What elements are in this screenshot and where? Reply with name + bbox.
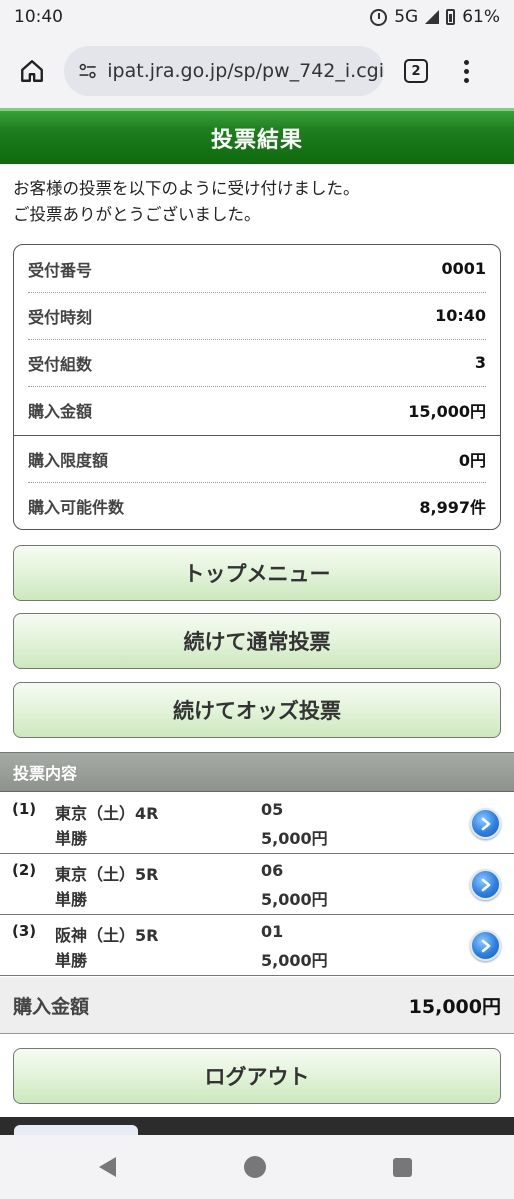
bet-amount: 5,000円 [261,890,328,909]
continue-odds-vote-button[interactable]: 続けてオッズ投票 [13,682,501,738]
browser-toolbar: ipat.jra.go.jp/sp/pw_742_i.cgi 2 [0,34,514,108]
battery-icon [446,9,456,25]
receipt-label: 購入金額 [28,401,93,421]
receipt-label: 購入可能件数 [28,497,125,517]
receipt-row: 購入金額 15,000円 [28,386,486,433]
home-icon[interactable] [10,49,54,93]
receipt-label: 受付番号 [28,260,93,280]
receipt-value: 0001 [441,259,486,278]
top-menu-button[interactable]: トップメニュー [13,545,501,601]
bet-horse-number: 06 [261,861,284,880]
bet-horse-number: 01 [261,922,284,941]
bet-number: (1) [12,800,37,818]
tab-stub [14,1125,138,1135]
receipt-value: 0円 [458,450,486,470]
address-bar[interactable]: ipat.jra.go.jp/sp/pw_742_i.cgi [64,46,384,96]
chevron-right-icon[interactable] [470,869,501,900]
receipt-label: 受付時刻 [28,307,93,327]
logout-button[interactable]: ログアウト [13,1048,501,1104]
status-time: 10:40 [14,7,63,27]
bet-details-header: 投票内容 [0,752,514,792]
receipt-label: 購入限度額 [28,450,109,470]
receipt-value: 15,000円 [408,401,486,421]
bet-amount: 5,000円 [261,951,328,970]
url-text[interactable]: ipat.jra.go.jp/sp/pw_742_i.cgi [107,60,384,82]
bet-race: 阪神（土）5R [55,926,159,945]
receipt-row: 購入可能件数 8,997件 [28,482,486,529]
home-circle-icon[interactable] [244,1156,266,1178]
bet-number: (3) [12,922,37,940]
tab-count: 2 [411,63,421,79]
recent-apps-icon[interactable] [393,1158,412,1177]
bet-race: 東京（土）4R [55,804,159,823]
page-header: 投票結果 [0,108,514,164]
receipt-row: 受付組数 3 [28,339,486,386]
bet-horse-number: 05 [261,800,284,819]
intro-message: お客様の投票を以下のように受け付けました。 ご投票ありがとうございました。 [13,176,360,228]
bet-row[interactable]: (2) 東京（土）5R 単勝 06 5,000円 [0,854,514,915]
battery-percent: 61% [462,7,500,27]
network-label: 5G [394,7,419,27]
bet-type: 単勝 [55,951,88,970]
total-value: 15,000円 [408,995,501,1018]
page-title: 投票結果 [210,127,303,153]
status-bar: 10:40 5G 61% [0,0,514,34]
bet-race: 東京（土）5R [55,865,159,884]
bet-number: (2) [12,861,37,879]
bet-amount: 5,000円 [261,829,328,848]
bet-row[interactable]: (3) 阪神（土）5R 単勝 01 5,000円 [0,915,514,976]
system-nav-bar [0,1135,514,1199]
tune-icon[interactable] [78,60,97,82]
intro-line-2: ご投票ありがとうございました。 [13,205,261,224]
back-icon[interactable] [99,1157,116,1177]
total-label: 購入金額 [13,995,90,1018]
receipt-row: 受付番号 0001 [28,245,486,292]
receipt-summary: 受付番号 0001 受付時刻 10:40 受付組数 3 購入金額 15,000円 購入限… [13,244,501,530]
bet-type: 単勝 [55,829,88,848]
bet-row[interactable]: (1) 東京（土）4R 単勝 05 5,000円 [0,793,514,854]
status-icons: 5G 61% [370,7,500,27]
purchase-total: 購入金額 15,000円 [0,977,514,1034]
bet-type: 単勝 [55,890,88,909]
menu-icon[interactable] [464,59,470,83]
browser-bottom-strip [0,1117,514,1135]
receipt-value: 3 [474,353,486,372]
receipt-value: 10:40 [435,306,486,325]
receipt-label: 受付組数 [28,354,93,374]
tabs-icon[interactable]: 2 [404,59,428,83]
continue-normal-vote-button[interactable]: 続けて通常投票 [13,613,501,669]
chevron-right-icon[interactable] [470,930,501,961]
chevron-right-icon[interactable] [470,808,501,839]
alarm-icon [370,8,388,26]
signal-icon [425,10,440,24]
receipt-row: 受付時刻 10:40 [28,292,486,339]
receipt-value: 8,997件 [419,497,486,517]
intro-line-1: お客様の投票を以下のように受け付けました。 [13,179,360,198]
receipt-row: 購入限度額 0円 [28,435,486,482]
